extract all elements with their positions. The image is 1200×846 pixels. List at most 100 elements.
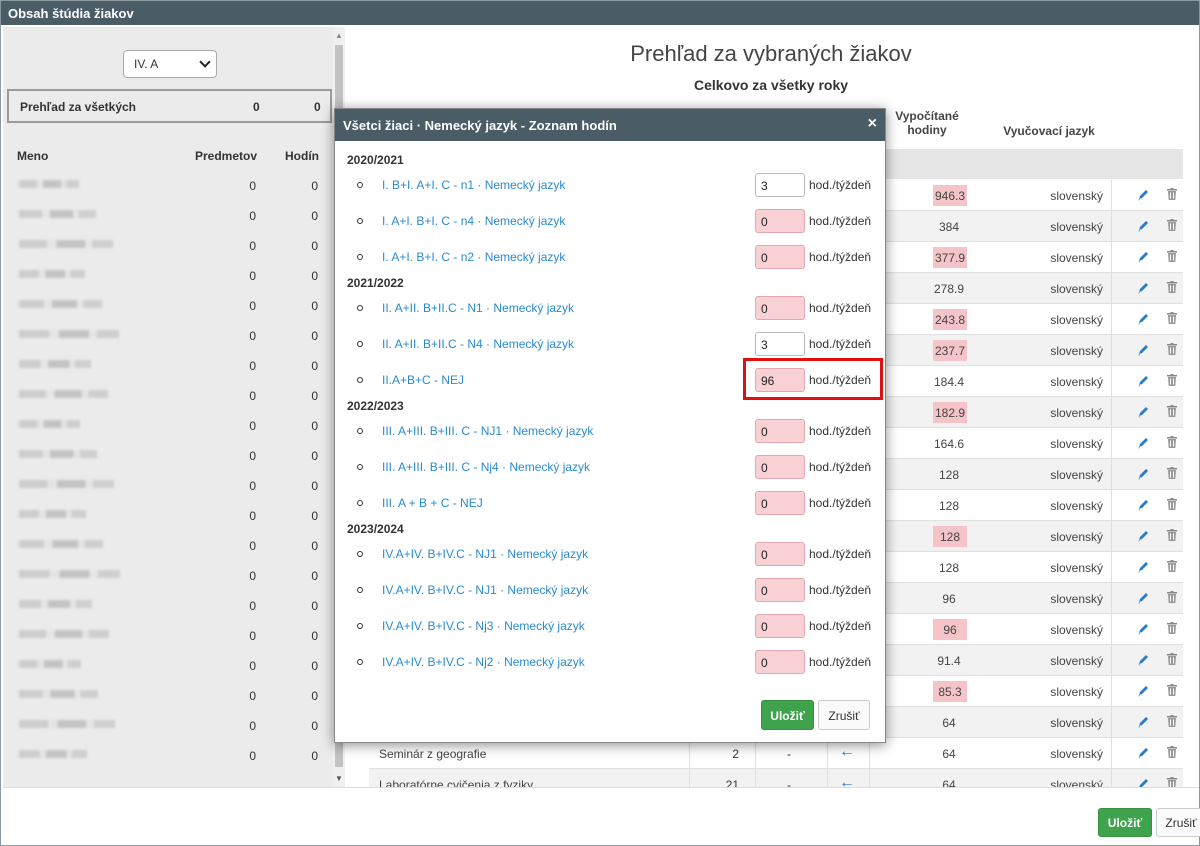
arrow-left-icon[interactable]: ←: [839, 774, 855, 787]
pencil-icon[interactable]: [1137, 715, 1149, 729]
unit-label: hod./týždeň: [809, 655, 872, 669]
student-row[interactable]: 00: [3, 321, 333, 351]
student-row[interactable]: 00: [3, 471, 333, 501]
student-hours: 0: [311, 539, 318, 553]
lesson-link[interactable]: II.A+B+C - NEJ: [382, 373, 464, 387]
pencil-icon[interactable]: [1137, 684, 1149, 698]
trash-icon[interactable]: [1167, 684, 1177, 696]
hours-per-week-input[interactable]: 3: [755, 332, 805, 356]
trash-icon[interactable]: [1167, 405, 1177, 417]
save-button[interactable]: Uložiť: [1098, 808, 1152, 837]
pencil-icon[interactable]: [1137, 777, 1149, 787]
hours-per-week-input[interactable]: 0: [755, 578, 805, 602]
student-row[interactable]: 00: [3, 381, 333, 411]
pencil-icon[interactable]: [1137, 343, 1149, 357]
trash-icon[interactable]: [1167, 281, 1177, 293]
trash-icon[interactable]: [1167, 374, 1177, 386]
teaching-language: slovenský: [1050, 437, 1103, 451]
pencil-icon[interactable]: [1137, 405, 1149, 419]
pencil-icon[interactable]: [1137, 436, 1149, 450]
student-row[interactable]: 00: [3, 171, 333, 201]
student-row[interactable]: 00: [3, 351, 333, 381]
trash-icon[interactable]: [1167, 777, 1177, 787]
pencil-icon[interactable]: [1137, 467, 1149, 481]
student-row[interactable]: 00: [3, 201, 333, 231]
trash-icon[interactable]: [1167, 188, 1177, 200]
lesson-link[interactable]: III. A+III. B+III. C - Nj4 · Nemecký jaz…: [382, 460, 590, 474]
hours-per-week-input[interactable]: 0: [755, 542, 805, 566]
student-row[interactable]: 00: [3, 681, 333, 711]
trash-icon[interactable]: [1167, 529, 1177, 541]
pencil-icon[interactable]: [1137, 312, 1149, 326]
pencil-icon[interactable]: [1137, 560, 1149, 574]
student-row[interactable]: 00: [3, 411, 333, 441]
trash-icon[interactable]: [1167, 250, 1177, 262]
pencil-icon[interactable]: [1137, 653, 1149, 667]
lesson-link[interactable]: II. A+II. B+II.C - N4 · Nemecký jazyk: [382, 337, 574, 351]
student-row[interactable]: 00: [3, 741, 333, 771]
class-select[interactable]: IV. A: [123, 50, 217, 78]
trash-icon[interactable]: [1167, 343, 1177, 355]
trash-icon[interactable]: [1167, 622, 1177, 634]
scroll-down-icon[interactable]: ▼: [335, 774, 343, 783]
student-row[interactable]: 00: [3, 561, 333, 591]
student-row[interactable]: 00: [3, 711, 333, 741]
lesson-link[interactable]: III. A + B + C - NEJ: [382, 496, 483, 510]
pencil-icon[interactable]: [1137, 529, 1149, 543]
overview-all-row[interactable]: Prehľad za všetkých 0 0: [7, 89, 332, 123]
trash-icon[interactable]: [1167, 560, 1177, 572]
trash-icon[interactable]: [1167, 312, 1177, 324]
scroll-up-icon[interactable]: ▲: [335, 31, 343, 40]
lesson-link[interactable]: IV.A+IV. B+IV.C - NJ1 · Nemecký jazyk: [382, 547, 588, 561]
cancel-button[interactable]: Zrušiť: [1156, 808, 1200, 837]
trash-icon[interactable]: [1167, 467, 1177, 479]
trash-icon[interactable]: [1167, 436, 1177, 448]
hours-per-week-input[interactable]: 0: [755, 614, 805, 638]
lesson-link[interactable]: I. A+I. B+I. C - n4 · Nemecký jazyk: [382, 214, 565, 228]
hours-per-week-input[interactable]: 3: [755, 173, 805, 197]
trash-icon[interactable]: [1167, 591, 1177, 603]
trash-icon[interactable]: [1167, 746, 1177, 758]
lesson-link[interactable]: IV.A+IV. B+IV.C - Nj2 · Nemecký jazyk: [382, 655, 585, 669]
pencil-icon[interactable]: [1137, 281, 1149, 295]
dialog-save-button[interactable]: Uložiť: [761, 700, 814, 730]
pencil-icon[interactable]: [1137, 622, 1149, 636]
student-row[interactable]: 00: [3, 231, 333, 261]
lesson-link[interactable]: III. A+III. B+III. C - NJ1 · Nemecký jaz…: [382, 424, 593, 438]
pencil-icon[interactable]: [1137, 219, 1149, 233]
lesson-link[interactable]: I. B+I. A+I. C - n1 · Nemecký jazyk: [382, 178, 565, 192]
hours-per-week-input[interactable]: 0: [755, 650, 805, 674]
hours-per-week-input[interactable]: 0: [755, 491, 805, 515]
pencil-icon[interactable]: [1137, 250, 1149, 264]
hours-per-week-input[interactable]: 0: [755, 245, 805, 269]
hours-per-week-input[interactable]: 0: [755, 419, 805, 443]
student-row[interactable]: 00: [3, 621, 333, 651]
student-row[interactable]: 00: [3, 591, 333, 621]
trash-icon[interactable]: [1167, 498, 1177, 510]
pencil-icon[interactable]: [1137, 591, 1149, 605]
lesson-link[interactable]: IV.A+IV. B+IV.C - NJ1 · Nemecký jazyk: [382, 583, 588, 597]
student-row[interactable]: 00: [3, 441, 333, 471]
lesson-link[interactable]: IV.A+IV. B+IV.C - Nj3 · Nemecký jazyk: [382, 619, 585, 633]
student-hours: 0: [311, 179, 318, 193]
student-row[interactable]: 00: [3, 651, 333, 681]
pencil-icon[interactable]: [1137, 188, 1149, 202]
pencil-icon[interactable]: [1137, 746, 1149, 760]
student-row[interactable]: 00: [3, 261, 333, 291]
arrow-left-icon[interactable]: ←: [839, 743, 855, 761]
student-row[interactable]: 00: [3, 291, 333, 321]
pencil-icon[interactable]: [1137, 498, 1149, 512]
lesson-link[interactable]: II. A+II. B+II.C - N1 · Nemecký jazyk: [382, 301, 574, 315]
trash-icon[interactable]: [1167, 653, 1177, 665]
trash-icon[interactable]: [1167, 715, 1177, 727]
lesson-link[interactable]: I. A+I. B+I. C - n2 · Nemecký jazyk: [382, 250, 565, 264]
hours-per-week-input[interactable]: 0: [755, 455, 805, 479]
student-row[interactable]: 00: [3, 501, 333, 531]
pencil-icon[interactable]: [1137, 374, 1149, 388]
student-row[interactable]: 00: [3, 531, 333, 561]
hours-per-week-input[interactable]: 0: [755, 296, 805, 320]
trash-icon[interactable]: [1167, 219, 1177, 231]
hours-per-week-input[interactable]: 0: [755, 209, 805, 233]
dialog-cancel-button[interactable]: Zrušiť: [818, 700, 870, 730]
close-icon[interactable]: ×: [868, 115, 877, 133]
